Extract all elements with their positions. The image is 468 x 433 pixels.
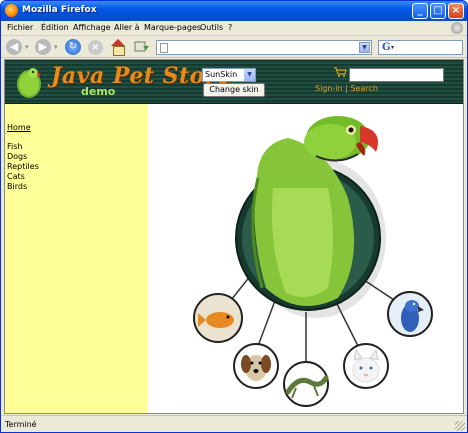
logo-subtitle: demo <box>81 85 116 98</box>
skin-select-value: SunSkin <box>205 70 238 79</box>
chevron-down-icon: ▾ <box>54 43 58 51</box>
bookmark-page-button[interactable] <box>133 38 151 56</box>
skin-select[interactable]: SunSkin ▼ <box>202 68 256 82</box>
forward-arrow-icon: ▶ <box>35 39 51 55</box>
link-separator: | <box>345 84 348 93</box>
menu-outils[interactable]: Outils <box>200 23 223 32</box>
home-icon <box>110 39 126 56</box>
menu-bar: Fichier Édition Affichage Aller à Marque… <box>1 21 467 36</box>
menu-marque-pages[interactable]: Marque-pages <box>144 23 201 32</box>
store-search-input[interactable] <box>349 68 444 82</box>
reload-icon: ↻ <box>65 39 81 55</box>
stop-button[interactable]: × <box>88 38 103 56</box>
bird-circle[interactable] <box>387 291 433 337</box>
minimize-button[interactable]: _ <box>412 3 428 19</box>
reload-button[interactable]: ↻ <box>65 38 81 56</box>
firefox-icon <box>5 4 18 17</box>
menu-aller-a[interactable]: Aller à <box>114 23 140 32</box>
change-skin-button[interactable]: Change skin <box>203 83 265 97</box>
category-fish[interactable]: Fish <box>7 142 39 152</box>
forward-button[interactable]: ▶ <box>35 38 51 56</box>
dog-circle[interactable] <box>233 343 279 389</box>
category-reptiles[interactable]: Reptiles <box>7 162 39 172</box>
back-history-dropdown[interactable]: ▾ <box>25 38 29 56</box>
category-list: Fish Dogs Reptiles Cats Birds <box>7 142 39 192</box>
status-bar: Terminé <box>1 415 467 432</box>
page-icon <box>160 43 168 53</box>
cat-circle[interactable] <box>343 343 389 389</box>
url-input[interactable]: ▼ <box>156 40 372 55</box>
sign-in-link[interactable]: Sign-in <box>315 84 343 93</box>
bookmark-icon <box>134 41 149 52</box>
cart-icon[interactable] <box>333 67 347 77</box>
home-button[interactable] <box>110 38 126 56</box>
reptile-circle[interactable] <box>283 361 329 407</box>
fish-circle[interactable] <box>193 293 243 343</box>
search-input[interactable]: G ▾ <box>378 40 463 55</box>
category-birds[interactable]: Birds <box>7 182 39 192</box>
close-button[interactable]: × <box>448 3 464 19</box>
menu-affichage[interactable]: Affichage <box>73 23 111 32</box>
google-icon: G <box>382 42 391 53</box>
title-bar: Mozilla Firefox _ □ × <box>1 1 467 21</box>
forward-history-dropdown[interactable]: ▾ <box>54 38 58 56</box>
search-engine-dropdown[interactable]: ▾ <box>391 44 394 51</box>
parrot-logo-icon <box>17 68 41 98</box>
chevron-down-icon: ▾ <box>25 43 29 51</box>
pet-store-banner: Java Pet Store demo SunSkin ▼ Change ski… <box>5 60 463 104</box>
splash-image <box>193 116 433 407</box>
status-text: Terminé <box>5 420 37 429</box>
throbber-icon <box>451 22 463 34</box>
menu-help[interactable]: ? <box>228 23 232 32</box>
back-button[interactable]: ◀ <box>6 38 22 56</box>
window-title: Mozilla Firefox <box>22 5 97 15</box>
back-arrow-icon: ◀ <box>6 39 22 55</box>
search-link[interactable]: Search <box>350 84 377 93</box>
browser-window: Mozilla Firefox _ □ × Fichier Édition Af… <box>0 0 468 433</box>
home-link[interactable]: Home <box>7 123 31 132</box>
menu-edition[interactable]: Édition <box>41 23 69 32</box>
navigation-toolbar: ◀ ▾ ▶ ▾ ↻ × ▼ G ▾ <box>1 36 467 58</box>
category-cats[interactable]: Cats <box>7 172 39 182</box>
stop-icon: × <box>88 39 103 55</box>
maximize-button[interactable]: □ <box>430 3 446 19</box>
url-dropdown-button[interactable]: ▼ <box>359 42 370 53</box>
page-viewport[interactable]: Java Pet Store demo SunSkin ▼ Change ski… <box>4 59 464 414</box>
resize-grip-icon[interactable] <box>455 421 465 431</box>
menu-fichier[interactable]: Fichier <box>7 23 33 32</box>
category-dogs[interactable]: Dogs <box>7 152 39 162</box>
banner-links: Sign-in | Search <box>315 84 378 93</box>
category-sidebar: Home Fish Dogs Reptiles Cats Birds <box>5 104 148 413</box>
chevron-down-icon: ▼ <box>244 69 255 81</box>
